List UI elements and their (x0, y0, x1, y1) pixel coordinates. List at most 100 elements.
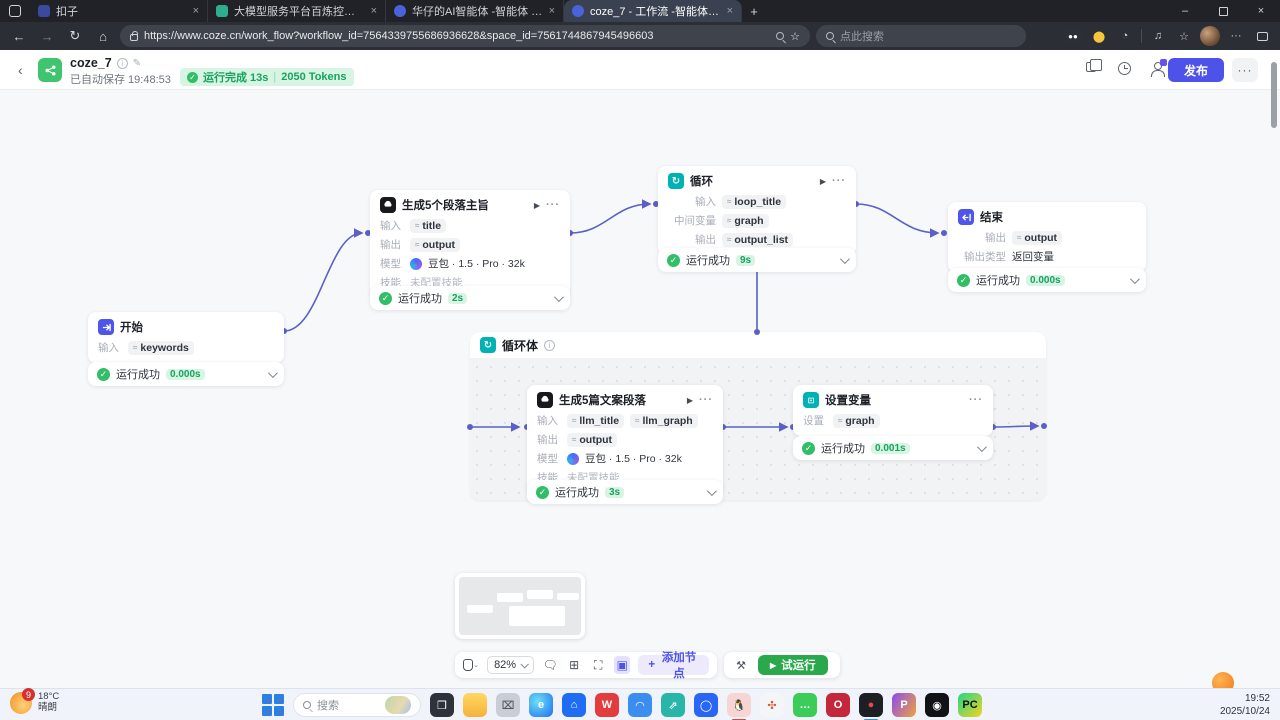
taskbar-app-store[interactable]: ⌂ (562, 693, 586, 717)
publish-button[interactable]: 发布 (1168, 58, 1224, 82)
taskbar-app-qq-browser[interactable]: ◠ (628, 693, 652, 717)
taskbar-app-p[interactable]: P (892, 693, 916, 717)
var-pill[interactable]: ≈output_list (722, 233, 793, 247)
new-tab-button[interactable]: + (742, 4, 766, 19)
auto-layout-icon[interactable]: ⊞ (566, 656, 582, 674)
node-more-icon[interactable]: ··· (832, 175, 846, 187)
extension-paw-icon[interactable]: ⬤ (1089, 26, 1109, 46)
taskbar-app-wps[interactable]: W (595, 693, 619, 717)
node-setvar-status[interactable]: ✓ 运行成功 0.001s (793, 436, 993, 460)
tab-bailian-console[interactable]: 大模型服务平台百炼控制台 × (208, 0, 386, 22)
var-pill[interactable]: ≈title (410, 219, 446, 233)
chevron-down-icon[interactable] (977, 442, 987, 452)
taskbar-app-task-view[interactable]: ❒ (430, 693, 454, 717)
run-complete-badge[interactable]: ✓ 运行完成 13s | 2050 Tokens (180, 68, 354, 86)
workflow-canvas[interactable]: ↻ 循环体 i (0, 90, 1280, 688)
tab-coze7-workflow[interactable]: coze_7 - 工作流 -智能体平台 × (564, 0, 742, 22)
info-icon[interactable]: i (117, 58, 128, 69)
node-start-status[interactable]: ✓ 运行成功 0.000s (88, 362, 284, 386)
node-start[interactable]: 开始 输入 ≈keywords (88, 312, 284, 363)
var-pill[interactable]: ≈loop_title (722, 195, 786, 209)
var-pill[interactable]: ≈output (567, 433, 617, 447)
start-button[interactable] (262, 694, 284, 716)
debug-tool-icon[interactable]: ⚒ (732, 656, 750, 674)
var-pill[interactable]: ≈llm_graph (630, 414, 698, 428)
tab-close-icon[interactable]: × (549, 5, 555, 17)
node-llm2-status[interactable]: ✓ 运行成功 3s (527, 480, 723, 504)
tab-close-icon[interactable]: × (193, 5, 199, 17)
taskbar-app-dingtalk[interactable]: ✣ (760, 693, 784, 717)
node-loop-status[interactable]: ✓ 运行成功 9s (658, 248, 856, 272)
header-more-icon[interactable]: ··· (1232, 58, 1258, 82)
taskbar-app-pycharm[interactable]: PC (958, 693, 982, 717)
bookmark-star-icon[interactable]: ☆ (790, 30, 800, 43)
browser-sidebar-icon[interactable] (0, 5, 30, 17)
sidebar-toggle-icon[interactable] (1252, 26, 1272, 46)
tab-close-icon[interactable]: × (727, 5, 733, 17)
pointer-mode-icon[interactable]: ⌄ (463, 656, 479, 674)
node-end-status[interactable]: ✓ 运行成功 0.000s (948, 268, 1146, 292)
node-end[interactable]: 结束 输出 ≈output 输出类型 返回变量 (948, 202, 1146, 272)
back-icon[interactable]: ← (8, 25, 30, 47)
assistant-bubble[interactable] (1212, 672, 1234, 688)
taskbar-app-qq-active[interactable]: 🐧 (727, 693, 751, 717)
taskbar-app-recorder[interactable]: ● (859, 693, 883, 717)
tab-close-icon[interactable]: × (371, 5, 377, 17)
tab-agent[interactable]: 华仔的AI智能体 -智能体 - 扣子 × (386, 0, 564, 22)
quick-search-box[interactable]: 点此搜索 (816, 25, 1026, 47)
var-pill[interactable]: ≈output (410, 238, 460, 252)
var-pill[interactable]: ≈llm_title (567, 414, 624, 428)
chevron-down-icon[interactable] (268, 368, 278, 378)
node-llm1-status[interactable]: ✓ 运行成功 2s (370, 286, 570, 310)
address-bar[interactable]: https://www.coze.cn/work_flow?workflow_i… (120, 25, 810, 47)
var-pill[interactable]: ≈keywords (128, 341, 194, 355)
node-llm-paragraph-topics[interactable]: 生成5个段落主旨 ▶ ··· 输入 ≈title 输出 ≈output 模型 豆… (370, 190, 570, 298)
taskbar-clock[interactable]: 19:52 2025/10/24 (1220, 693, 1270, 718)
chevron-down-icon[interactable] (554, 292, 564, 302)
node-more-icon[interactable]: ··· (969, 394, 983, 406)
taskbar-app-quark[interactable]: ◯ (694, 693, 718, 717)
duplicate-icon[interactable] (1086, 62, 1104, 80)
window-minimize-button[interactable]: – (1166, 0, 1204, 22)
run-node-icon[interactable]: ▶ (820, 177, 826, 186)
zoom-page-icon[interactable] (776, 32, 784, 40)
run-node-icon[interactable]: ▶ (687, 396, 693, 405)
var-pill[interactable]: ≈graph (722, 214, 769, 228)
taskbar-app-edge[interactable]: e (529, 693, 553, 717)
page-scrollbar[interactable] (1271, 62, 1277, 128)
taskbar-app-wechat[interactable]: … (793, 693, 817, 717)
node-more-icon[interactable]: ··· (699, 394, 713, 406)
browser-menu-icon[interactable]: ··· (1226, 26, 1246, 46)
back-to-list-icon[interactable]: ‹ (18, 62, 23, 78)
edit-title-icon[interactable]: ✎ (133, 58, 141, 69)
minimap[interactable] (455, 573, 585, 639)
var-pill[interactable]: ≈output (1012, 231, 1062, 245)
extension-panda-icon[interactable]: ●● (1063, 26, 1083, 46)
test-run-button[interactable]: ▶ 试运行 (758, 655, 828, 675)
taskbar-app-file-explorer[interactable] (463, 693, 487, 717)
media-control-icon[interactable]: ♫ (1148, 26, 1168, 46)
browser-profile-avatar[interactable] (1200, 26, 1220, 46)
favorites-icon[interactable]: ☆ (1174, 26, 1194, 46)
window-restore-button[interactable] (1204, 0, 1242, 22)
taskbar-app-obs-red[interactable]: O (826, 693, 850, 717)
export-image-icon[interactable]: ⛶ (590, 656, 606, 674)
node-loop[interactable]: ↻ 循环 ▶ ··· 输入 ≈loop_title 中间变量 ≈graph 输出… (658, 166, 856, 255)
add-node-button[interactable]: + 添加节点 (638, 655, 709, 675)
comment-icon[interactable]: 🗨 (542, 656, 558, 674)
minimap-toggle-icon[interactable]: ▣ (614, 656, 630, 674)
chevron-down-icon[interactable] (840, 254, 850, 264)
zoom-select[interactable]: 82% (487, 656, 534, 674)
var-pill[interactable]: ≈graph (833, 414, 880, 428)
chevron-down-icon[interactable] (1130, 274, 1140, 284)
taskbar-app-device-manager[interactable]: ⌧ (496, 693, 520, 717)
history-icon[interactable] (1118, 62, 1136, 80)
taskbar-app-feishu[interactable]: ⇗ (661, 693, 685, 717)
tab-kouzi[interactable]: 扣子 × (30, 0, 208, 22)
taskbar-search-box[interactable]: 搜索 (293, 693, 421, 717)
refresh-icon[interactable]: ↻ (64, 25, 86, 47)
node-llm-copy-paragraphs[interactable]: 生成5篇文案段落 ▶ ··· 输入 ≈llm_title ≈llm_graph … (527, 385, 723, 493)
home-icon[interactable]: ⌂ (92, 25, 114, 47)
collaborators-icon[interactable] (1150, 62, 1168, 80)
node-more-icon[interactable]: ··· (546, 199, 560, 211)
